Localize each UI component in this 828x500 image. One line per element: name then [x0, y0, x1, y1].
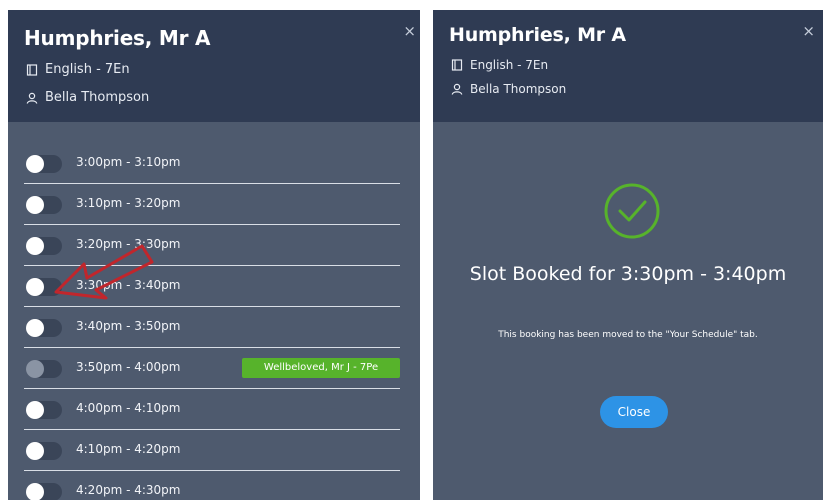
close-icon[interactable]: × — [403, 24, 416, 39]
slot-row: 3:00pm - 3:10pm — [24, 143, 400, 184]
student-row: Bella Thompson — [451, 82, 566, 96]
slot-toggle-disabled — [26, 360, 62, 378]
red-arrow-icon — [54, 244, 154, 300]
booking-confirmation-panel: Humphries, Mr A English - 7En Bella Thom… — [433, 10, 823, 500]
toggle-knob — [26, 483, 44, 500]
slot-time: 3:40pm - 3:50pm — [76, 319, 181, 333]
slot-time: 4:00pm - 4:10pm — [76, 401, 181, 415]
teacher-name: Humphries, Mr A — [449, 24, 626, 46]
close-icon[interactable]: × — [802, 24, 815, 39]
slot-row: 4:20pm - 4:30pm — [24, 471, 400, 500]
student-row: Bella Thompson — [26, 90, 149, 105]
success-title: Slot Booked for 3:30pm - 3:40pm — [469, 263, 787, 285]
toggle-knob — [26, 319, 44, 337]
person-icon — [26, 92, 38, 104]
slot-toggle[interactable] — [26, 196, 62, 214]
student-label: Bella Thompson — [45, 90, 150, 105]
toggle-knob — [26, 442, 44, 460]
toggle-knob — [26, 278, 44, 296]
slot-row: 3:10pm - 3:20pm — [24, 184, 400, 225]
slot-time: 4:20pm - 4:30pm — [76, 483, 181, 497]
toggle-knob — [26, 237, 44, 255]
subject-label: English - 7En — [45, 62, 130, 77]
toggle-knob — [26, 360, 44, 378]
check-circle-icon — [604, 183, 660, 239]
slot-toggle[interactable] — [26, 483, 62, 500]
teacher-header: Humphries, Mr A English - 7En Bella Thom… — [433, 10, 823, 122]
slot-row: 3:50pm - 4:00pm Wellbeloved, Mr J - 7Pe — [24, 348, 400, 389]
slot-toggle[interactable] — [26, 319, 62, 337]
toggle-knob — [26, 401, 44, 419]
subject-row: English - 7En — [26, 62, 130, 77]
slot-picker-panel: Humphries, Mr A English - 7En Bella Thom… — [8, 10, 420, 500]
slot-time: 4:10pm - 4:20pm — [76, 442, 181, 456]
success-description: This booking has been moved to the "Your… — [498, 330, 758, 340]
slot-row: 4:10pm - 4:20pm — [24, 430, 400, 471]
slot-row: 4:00pm - 4:10pm — [24, 389, 400, 430]
slot-toggle[interactable] — [26, 401, 62, 419]
book-icon — [26, 63, 38, 76]
toggle-knob — [26, 196, 44, 214]
teacher-name: Humphries, Mr A — [24, 26, 211, 50]
slot-time: 3:10pm - 3:20pm — [76, 196, 181, 210]
slot-toggle[interactable] — [26, 442, 62, 460]
close-button[interactable]: Close — [600, 396, 668, 428]
booked-by-badge: Wellbeloved, Mr J - 7Pe — [242, 358, 400, 378]
slot-time: 3:00pm - 3:10pm — [76, 155, 181, 169]
slot-list: 3:00pm - 3:10pm 3:10pm - 3:20pm 3:20pm -… — [8, 143, 420, 500]
toggle-knob — [26, 155, 44, 173]
person-icon — [451, 83, 463, 95]
subject-row: English - 7En — [451, 58, 548, 72]
slot-row: 3:40pm - 3:50pm — [24, 307, 400, 348]
slot-toggle[interactable] — [26, 155, 62, 173]
book-icon — [451, 59, 463, 71]
slot-time: 3:50pm - 4:00pm — [76, 360, 181, 374]
teacher-header: Humphries, Mr A English - 7En Bella Thom… — [8, 10, 420, 122]
subject-label: English - 7En — [470, 58, 549, 72]
student-label: Bella Thompson — [470, 82, 567, 96]
